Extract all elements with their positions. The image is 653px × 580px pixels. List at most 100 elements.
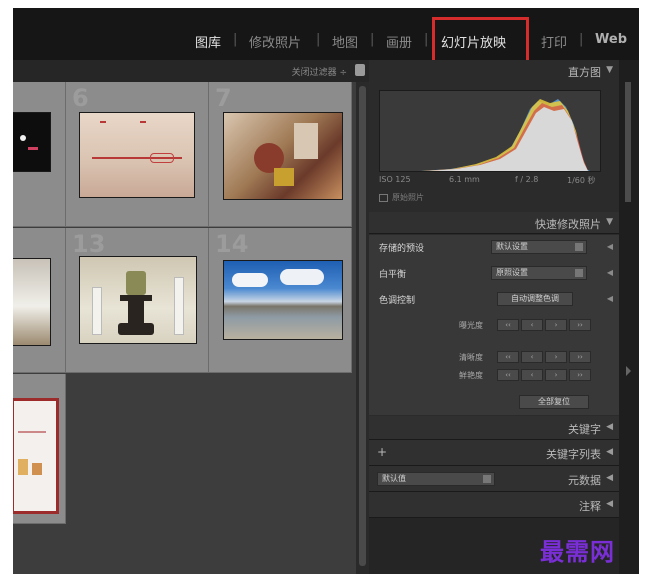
dropdown-icon [575, 269, 583, 277]
vibrance-minus-large[interactable]: ‹‹ [497, 369, 519, 381]
module-picker: 图库 | 修改照片 | 地图 | 画册 | 幻灯片放映 | 打印 | Web [13, 8, 639, 66]
module-separator: | [370, 32, 375, 47]
saved-preset-row: 存储的预设 默认设置 ◀ [369, 238, 619, 258]
reset-all-button[interactable]: 全部复位 [519, 395, 589, 409]
histogram-header[interactable]: 直方图 ▼ [369, 60, 619, 82]
quick-develop-body: 存储的预设 默认设置 ◀ 白平衡 原照设置 ◀ 色调控制 自动调整色调 ◀ 曝光… [369, 235, 619, 415]
panel-toggle-arrow-icon[interactable] [626, 366, 631, 376]
exposure-label: 曝光度 [459, 321, 483, 330]
module-book[interactable]: 画册 [386, 32, 412, 51]
expand-triangle-icon[interactable]: ◀ [607, 268, 613, 277]
module-separator: | [424, 32, 429, 47]
clarity-plus[interactable]: › [545, 351, 567, 363]
exif-aperture: f / 2.8 [515, 175, 539, 184]
histogram-title: 直方图 [568, 66, 601, 79]
grid-cell[interactable]: 6 [66, 82, 209, 227]
expand-triangle-icon[interactable]: ◀ [606, 447, 613, 457]
cell-number: 13 [72, 230, 106, 258]
grid-cell[interactable] [13, 82, 66, 227]
filter-toggle[interactable]: 关闭过滤器 ÷ [292, 65, 347, 78]
grid-cell[interactable]: 14 [209, 228, 352, 373]
photo-thumbnail[interactable] [13, 398, 59, 514]
photo-thumbnail[interactable] [79, 112, 195, 198]
grid-scrollbar[interactable] [356, 82, 369, 574]
comments-header[interactable]: 注释 ◀ [369, 492, 619, 518]
photo-thumbnail[interactable] [223, 260, 343, 340]
white-balance-value: 原照设置 [496, 268, 528, 277]
keywording-header[interactable]: 关键字 ◀ [369, 416, 619, 440]
keyword-list-title: 关键字列表 [546, 448, 601, 461]
white-balance-row: 白平衡 原照设置 ◀ [369, 264, 619, 284]
histogram-curve [420, 99, 590, 171]
metadata-header[interactable]: 默认值 元数据 ◀ [369, 466, 619, 492]
module-map[interactable]: 地图 [332, 32, 358, 51]
original-photo-label: 原始照片 [392, 193, 424, 202]
photo-thumbnail[interactable] [13, 112, 51, 172]
clarity-minus-large[interactable]: ‹‹ [497, 351, 519, 363]
add-keyword-button[interactable]: + [377, 445, 387, 459]
library-filter-bar: 关闭过滤器 ÷ [13, 60, 369, 82]
grid-scrollbar-thumb[interactable] [359, 86, 366, 566]
collapse-triangle-icon[interactable]: ▼ [606, 65, 613, 75]
watermark-logo: 最需网 [540, 537, 615, 566]
lightroom-window: 图库 | 修改照片 | 地图 | 画册 | 幻灯片放映 | 打印 | Web 关… [13, 8, 639, 574]
cell-number: 6 [72, 84, 89, 112]
clarity-plus-large[interactable]: ›› [569, 351, 591, 363]
histogram-graph [379, 90, 601, 172]
quick-develop-header[interactable]: 快速修改照片 ▼ [369, 212, 619, 234]
vibrance-plus[interactable]: › [545, 369, 567, 381]
module-separator: | [579, 32, 584, 47]
cell-number: 14 [215, 230, 249, 258]
expand-triangle-icon[interactable]: ◀ [607, 294, 613, 303]
exif-shutter: 1/60 秒 [567, 176, 596, 185]
lock-icon[interactable] [355, 64, 365, 76]
photo-thumbnail[interactable] [223, 112, 343, 200]
tone-control-label: 色调控制 [379, 296, 416, 306]
metadata-title: 元数据 [568, 474, 601, 487]
keyword-list-header[interactable]: + 关键字列表 ◀ [369, 440, 619, 466]
checkbox-icon[interactable] [379, 193, 388, 202]
grid-cell[interactable] [13, 374, 66, 524]
auto-tone-button[interactable]: 自动调整色调 [497, 292, 573, 306]
original-photo-toggle[interactable]: 原始照片 [379, 192, 424, 203]
exposure-plus-large[interactable]: ›› [569, 319, 591, 331]
saved-preset-label: 存储的预设 [379, 244, 425, 254]
thumbnail-grid: 6 7 13 14 [13, 82, 356, 574]
metadata-preset-value: 默认值 [382, 474, 406, 483]
grid-cell[interactable]: 13 [66, 228, 209, 373]
right-panel-scrollbar[interactable] [619, 60, 639, 574]
white-balance-label: 白平衡 [379, 270, 407, 280]
grid-cell[interactable]: 7 [209, 82, 352, 227]
photo-thumbnail[interactable] [13, 258, 51, 346]
exposure-minus-large[interactable]: ‹‹ [497, 319, 519, 331]
expand-triangle-icon[interactable]: ◀ [607, 242, 613, 251]
exposure-plus[interactable]: › [545, 319, 567, 331]
exif-focal-length: 6.1 mm [449, 175, 480, 184]
exif-iso: ISO 125 [379, 175, 411, 184]
vibrance-minus[interactable]: ‹ [521, 369, 543, 381]
grid-cell[interactable] [13, 228, 66, 373]
white-balance-dropdown[interactable]: 原照设置 [491, 266, 587, 280]
expand-triangle-icon[interactable]: ◀ [606, 499, 613, 509]
saved-preset-dropdown[interactable]: 默认设置 [491, 240, 587, 254]
module-develop[interactable]: 修改照片 [249, 32, 301, 51]
comments-title: 注释 [579, 500, 601, 513]
dropdown-icon [575, 243, 583, 251]
saved-preset-value: 默认设置 [496, 242, 528, 251]
collapse-triangle-icon[interactable]: ▼ [606, 217, 613, 227]
expand-triangle-icon[interactable]: ◀ [606, 422, 613, 432]
module-print[interactable]: 打印 [541, 32, 567, 51]
module-separator: | [316, 32, 321, 47]
module-web[interactable]: Web [595, 32, 627, 47]
module-library[interactable]: 图库 [195, 32, 221, 51]
photo-thumbnail[interactable] [79, 256, 197, 344]
cell-number: 7 [215, 84, 232, 112]
expand-triangle-icon[interactable]: ◀ [606, 473, 613, 483]
vibrance-plus-large[interactable]: ›› [569, 369, 591, 381]
metadata-preset-dropdown[interactable]: 默认值 [377, 472, 495, 486]
exposure-minus[interactable]: ‹ [521, 319, 543, 331]
right-panel-scroll-thumb[interactable] [625, 82, 631, 202]
vibrance-label: 鲜艳度 [459, 371, 483, 380]
module-separator: | [233, 32, 238, 47]
clarity-minus[interactable]: ‹ [521, 351, 543, 363]
